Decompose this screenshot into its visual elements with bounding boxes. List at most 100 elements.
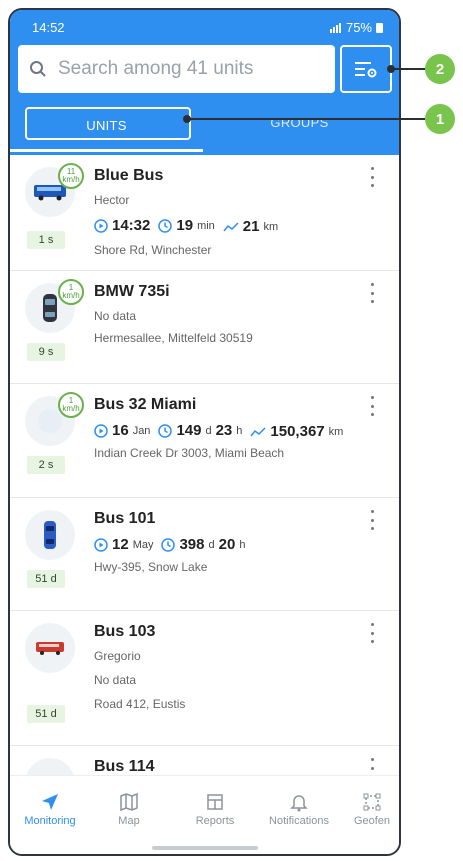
- tab-units[interactable]: UNITS: [10, 101, 203, 155]
- trip-duration: 149 d 23 h: [158, 422, 242, 439]
- last-message-badge: 2 s: [27, 456, 65, 474]
- callout-1: 1: [425, 104, 455, 134]
- tab-units-label: UNITS: [86, 117, 127, 133]
- unit-row[interactable]: Bus 114: [10, 746, 399, 776]
- unit-status-text: No data: [94, 673, 137, 687]
- unit-list[interactable]: 11 km/h 1 s Blue Bus Hector 14:32 19 min…: [10, 155, 399, 776]
- unit-status-text: No data: [94, 309, 137, 323]
- unit-name: Bus 114: [94, 758, 155, 775]
- speed-unit: km/h: [62, 404, 80, 413]
- nav-label: Geofen: [353, 815, 391, 827]
- unit-address: Indian Creek Dr 3003, Miami Beach: [94, 446, 285, 460]
- unit-row[interactable]: 11 km/h 1 s Blue Bus Hector 14:32 19 min…: [10, 155, 399, 271]
- battery-icon: [376, 22, 383, 33]
- status-right: 75%: [329, 20, 383, 35]
- tab-indicator: [10, 149, 203, 152]
- reports-icon: [178, 789, 252, 815]
- nav-map[interactable]: Map: [92, 789, 166, 827]
- trend-icon: [223, 221, 239, 231]
- distance-unit: km: [328, 425, 344, 438]
- unit-name: Bus 103: [94, 623, 156, 640]
- trip-start: 16 Jan: [94, 422, 150, 439]
- status-bar: 14:52 75%: [10, 10, 399, 44]
- unit-row[interactable]: 51 d Bus 103 Gregorio No data Road 412, …: [10, 611, 399, 746]
- duration-hours-unit: h: [239, 538, 246, 551]
- speed-badge: 1 km/h: [58, 279, 84, 305]
- phone-screen: 14:52 75% Search among 41 units UNITS GR…: [8, 8, 401, 856]
- callout-2-line: [392, 68, 425, 70]
- speed-badge: 11 km/h: [58, 163, 84, 189]
- bell-icon: [258, 789, 340, 815]
- unit-more-menu[interactable]: [365, 283, 379, 303]
- unit-row[interactable]: 1 km/h 9 s BMW 735i No data Hermesallee,…: [10, 271, 399, 384]
- nav-reports[interactable]: Reports: [178, 789, 252, 827]
- navigation-arrow-icon: [13, 789, 87, 815]
- trip-start-month: Jan: [132, 424, 151, 437]
- trip-duration: 398 d 20 h: [161, 536, 245, 553]
- tab-groups-label: GROUPS: [270, 114, 329, 130]
- last-message-badge: 51 d: [27, 705, 65, 723]
- play-circle-icon: [94, 537, 108, 552]
- nav-monitoring[interactable]: Monitoring: [13, 789, 87, 827]
- unit-row[interactable]: 51 d Bus 101 12 May 398 d 20 h Hwy-395, …: [10, 498, 399, 611]
- play-circle-icon: [94, 423, 108, 438]
- search-input[interactable]: Search among 41 units: [18, 45, 335, 93]
- search-icon: [18, 60, 58, 78]
- unit-address: Hwy-395, Snow Lake: [94, 560, 208, 574]
- nav-notifications[interactable]: Notifications: [258, 789, 340, 827]
- unit-address: Road 412, Eustis: [94, 697, 186, 711]
- trip-start: 12 May: [94, 536, 153, 553]
- unit-more-menu[interactable]: [365, 167, 379, 187]
- trip-stats: 12 May 398 d 20 h: [94, 536, 245, 553]
- unit-name: Bus 32 Miami: [94, 396, 197, 413]
- trip-stats: 16 Jan 149 d 23 h 150,367 km: [94, 422, 343, 440]
- duration-days-unit: d: [205, 424, 212, 437]
- trip-start: 14:32: [94, 217, 150, 234]
- unit-more-menu[interactable]: [365, 623, 379, 643]
- battery-percent: 75%: [345, 20, 372, 35]
- trip-start-day: 12: [112, 536, 129, 553]
- duration-value: 19: [176, 217, 194, 234]
- distance-value: 21: [242, 218, 260, 235]
- duration-days: 398: [179, 536, 205, 553]
- unit-avatar: [25, 758, 75, 776]
- unit-more-menu[interactable]: [365, 396, 379, 416]
- unit-row[interactable]: 1 km/h 2 s Bus 32 Miami 16 Jan 149 d 23 …: [10, 384, 399, 498]
- trip-distance: 21 km: [223, 218, 278, 235]
- status-time: 14:52: [32, 20, 65, 35]
- nav-label: Reports: [195, 815, 235, 827]
- car-icon: [44, 521, 56, 549]
- duration-hours-unit: h: [236, 424, 243, 437]
- bottom-navigation: Monitoring Map Reports Notifications Geo…: [10, 775, 399, 854]
- nav-geofences[interactable]: Geofen: [342, 789, 399, 827]
- callout-2: 2: [425, 54, 455, 84]
- play-circle-icon: [94, 218, 108, 233]
- map-icon: [92, 789, 166, 815]
- unit-more-menu[interactable]: [365, 758, 379, 776]
- clock-icon: [161, 537, 176, 552]
- driver-name: Gregorio: [94, 649, 141, 663]
- trip-start-time: 14:32: [112, 217, 151, 234]
- unit-more-menu[interactable]: [365, 510, 379, 530]
- list-settings-button[interactable]: [340, 45, 392, 93]
- clock-icon: [158, 423, 173, 438]
- unit-name: Bus 101: [94, 510, 156, 527]
- unit-name: Blue Bus: [94, 167, 164, 184]
- driver-name: Hector: [94, 193, 130, 207]
- tab-bar: UNITS GROUPS: [10, 101, 399, 155]
- speed-unit: km/h: [62, 175, 80, 184]
- tab-groups[interactable]: GROUPS: [203, 101, 396, 155]
- nav-label: Notifications: [269, 815, 329, 827]
- trip-distance: 150,367 km: [250, 423, 343, 440]
- unit-name: BMW 735i: [94, 283, 170, 300]
- speed-badge: 1 km/h: [58, 392, 84, 418]
- search-placeholder: Search among 41 units: [58, 58, 254, 79]
- callout-1-line: [188, 118, 425, 120]
- geofence-icon: [342, 789, 399, 815]
- unit-avatar: [25, 623, 75, 673]
- duration-days: 149: [176, 422, 202, 439]
- nav-label: Monitoring: [24, 815, 76, 827]
- car-icon: [43, 294, 57, 322]
- unit-address: Shore Rd, Winchester: [94, 243, 212, 257]
- bus-icon: [36, 642, 64, 655]
